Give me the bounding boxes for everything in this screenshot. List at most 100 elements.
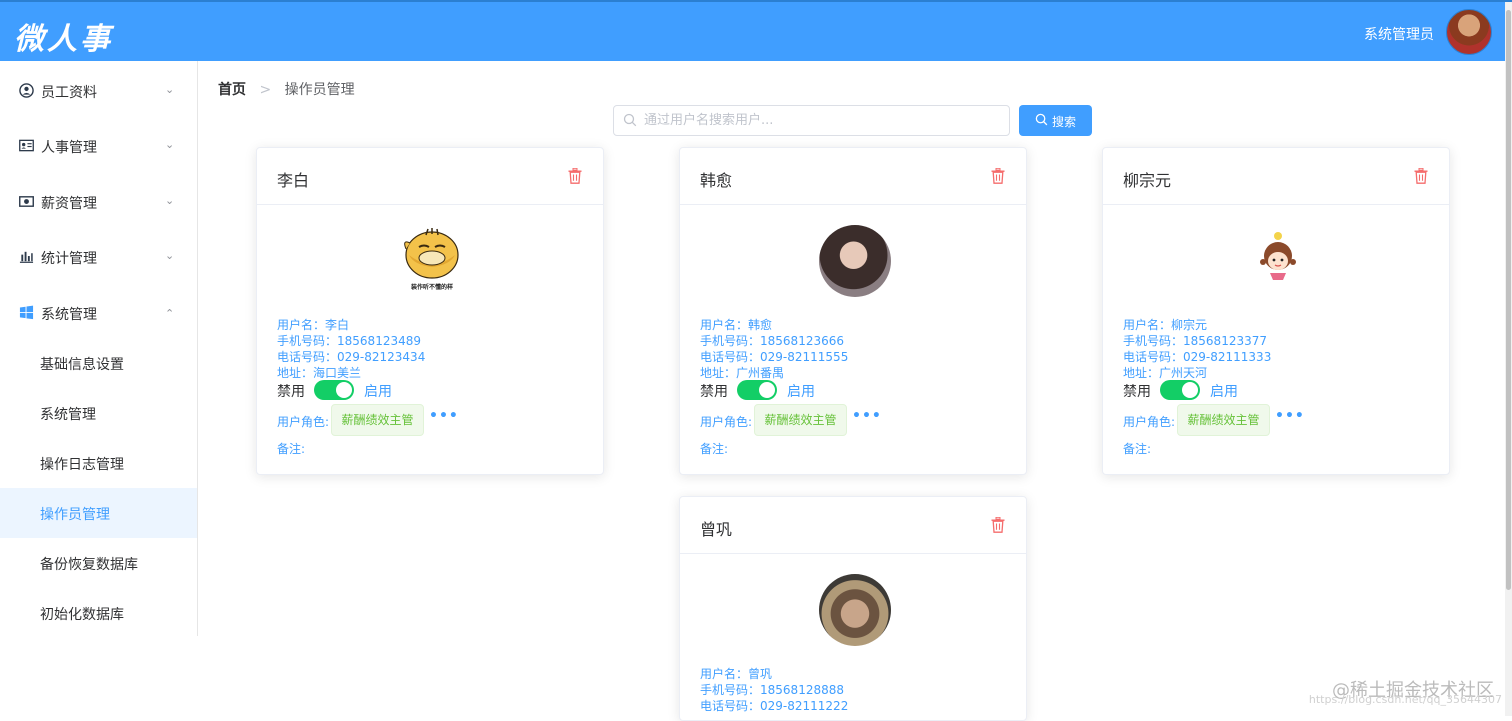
address-value: 海口美兰 (313, 366, 362, 380)
scrollbar-thumb[interactable] (1506, 10, 1511, 590)
address-value: 广州番禺 (736, 366, 785, 380)
delete-icon[interactable] (568, 168, 582, 184)
current-user-name[interactable]: 系统管理员 (1364, 24, 1434, 44)
page-scrollbar[interactable] (1505, 2, 1512, 716)
submenu-operation-log[interactable]: 操作日志管理 (0, 438, 197, 488)
menu-employee-info[interactable]: 员工资料 ⌄ (0, 63, 197, 119)
delete-icon[interactable] (1414, 168, 1428, 184)
id-card-icon (19, 139, 34, 152)
operator-card: 曾巩 用户名：曾巩 手机号码：18568128888 电话号码：029-8211… (679, 496, 1027, 721)
operator-card: 李白 装作听不懂的样 用户名：李白 手机号码：18568123489 电话号码：… (256, 147, 604, 475)
username-value: 曾巩 (748, 667, 773, 681)
telephone-value: 029-82111333 (1183, 350, 1272, 364)
menu-label: 员工资料 (41, 85, 97, 101)
more-roles-button[interactable]: ••• (1275, 408, 1305, 424)
submenu-backup-restore[interactable]: 备份恢复数据库 (0, 538, 197, 588)
switch-knob (1182, 382, 1198, 398)
card-info: 用户名：柳宗元 手机号码：18568123377 电话号码：029-821113… (1123, 317, 1271, 381)
user-avatar-photo (819, 225, 891, 297)
phone-value: 18568123489 (337, 334, 421, 348)
phone-value: 18568128888 (760, 683, 844, 697)
card-header: 韩愈 (680, 148, 1026, 205)
role-label: 用户角色: (277, 415, 330, 429)
user-avatar-psyduck: 装作听不懂的样 (392, 225, 472, 295)
more-roles-button[interactable]: ••• (429, 408, 459, 424)
avatar-caption: 装作听不懂的样 (410, 283, 453, 291)
user-avatar[interactable] (1446, 9, 1492, 55)
telephone-row: 电话号码：029-82111222 (700, 699, 849, 713)
role-tag: 薪酬绩效主管 (1177, 404, 1270, 436)
telephone-value: 029-82111222 (760, 699, 849, 713)
menu-system[interactable]: 系统管理 ⌃ (0, 285, 197, 341)
chevron-up-icon: ⌃ (165, 307, 175, 320)
card-header: 柳宗元 (1103, 148, 1449, 205)
delete-icon[interactable] (991, 517, 1005, 533)
card-header: 李白 (257, 148, 603, 205)
toggle-enabled-label: 启用 (787, 384, 815, 400)
submenu-label: 备份恢复数据库 (40, 557, 138, 573)
menu-salary[interactable]: 薪资管理 ⌄ (0, 174, 197, 230)
submenu-label: 初始化数据库 (40, 607, 124, 623)
switch-knob (336, 382, 352, 398)
role-tag: 薪酬绩效主管 (331, 404, 424, 436)
breadcrumb-home[interactable]: 首页 (218, 82, 246, 98)
card-title: 李白 (277, 171, 310, 190)
toggle-disabled-label: 禁用 (700, 384, 728, 400)
phone-row: 手机号码：18568123377 (1123, 334, 1267, 348)
address-row: 地址：广州番禺 (700, 366, 785, 380)
top-header: 微人事 系统管理员 (0, 0, 1512, 61)
telephone-row: 电话号码：029-82123434 (277, 350, 426, 364)
cartoon-girl-image (1260, 232, 1296, 280)
address-value: 广州天河 (1159, 366, 1208, 380)
app-logo[interactable]: 微人事 (14, 14, 113, 58)
menu-label: 统计管理 (41, 251, 97, 267)
bar-chart-icon (19, 251, 34, 263)
delete-icon[interactable] (991, 168, 1005, 184)
submenu-label: 系统管理 (40, 407, 96, 423)
telephone-row: 电话号码：029-82111333 (1123, 350, 1272, 364)
menu-personnel[interactable]: 人事管理 ⌄ (0, 118, 197, 174)
card-info: 用户名：李白 手机号码：18568123489 电话号码：029-8212343… (277, 317, 425, 381)
search-input[interactable] (644, 110, 999, 131)
card-info: 用户名：韩愈 手机号码：18568123666 电话号码：029-8211155… (700, 317, 848, 381)
telephone-value: 029-82123434 (337, 350, 426, 364)
watermark-url: https://blog.csdn.net/qq_35644307 (1308, 693, 1502, 706)
enabled-switch[interactable] (1160, 380, 1200, 400)
menu-statistics[interactable]: 统计管理 ⌄ (0, 229, 197, 285)
toggle-enabled-label: 启用 (364, 384, 392, 400)
toggle-enabled-label: 启用 (1210, 384, 1238, 400)
user-circle-icon (19, 83, 34, 98)
username-row: 用户名：李白 (277, 318, 350, 332)
phone-row: 手机号码：18568123489 (277, 334, 421, 348)
search-field[interactable] (613, 105, 1010, 136)
submenu-basic-info[interactable]: 基础信息设置 (0, 338, 197, 388)
search-button[interactable]: 搜索 (1019, 105, 1092, 136)
username-row: 用户名：韩愈 (700, 318, 773, 332)
username-value: 李白 (325, 318, 350, 332)
username-value: 柳宗元 (1171, 318, 1208, 332)
user-avatar-photo (819, 574, 891, 646)
menu-label: 薪资管理 (41, 196, 97, 212)
phone-value: 18568123666 (760, 334, 844, 348)
role-tag: 薪酬绩效主管 (754, 404, 847, 436)
breadcrumb-current: 操作员管理 (284, 82, 355, 98)
telephone-row: 电话号码：029-82111555 (700, 350, 849, 364)
chevron-down-icon: ⌄ (165, 249, 175, 262)
enabled-switch[interactable] (314, 380, 354, 400)
username-row: 用户名：曾巩 (700, 667, 773, 681)
username-value: 韩愈 (748, 318, 773, 332)
more-roles-button[interactable]: ••• (852, 408, 882, 424)
submenu-system[interactable]: 系统管理 (0, 388, 197, 438)
user-avatar-cartoon (1250, 228, 1306, 284)
submenu-label: 基础信息设置 (40, 357, 124, 373)
breadcrumb-separator: > (259, 82, 272, 98)
chevron-down-icon: ⌄ (165, 83, 175, 96)
toggle-disabled-label: 禁用 (277, 384, 305, 400)
enabled-switch[interactable] (737, 380, 777, 400)
submenu-label: 操作日志管理 (40, 457, 124, 473)
switch-knob (759, 382, 775, 398)
submenu-init-db[interactable]: 初始化数据库 (0, 588, 197, 638)
card-info: 用户名：曾巩 手机号码：18568128888 电话号码：029-8211122… (700, 666, 848, 714)
address-row: 地址：广州天河 (1123, 366, 1208, 380)
submenu-operator-manage[interactable]: 操作员管理 (0, 488, 197, 538)
